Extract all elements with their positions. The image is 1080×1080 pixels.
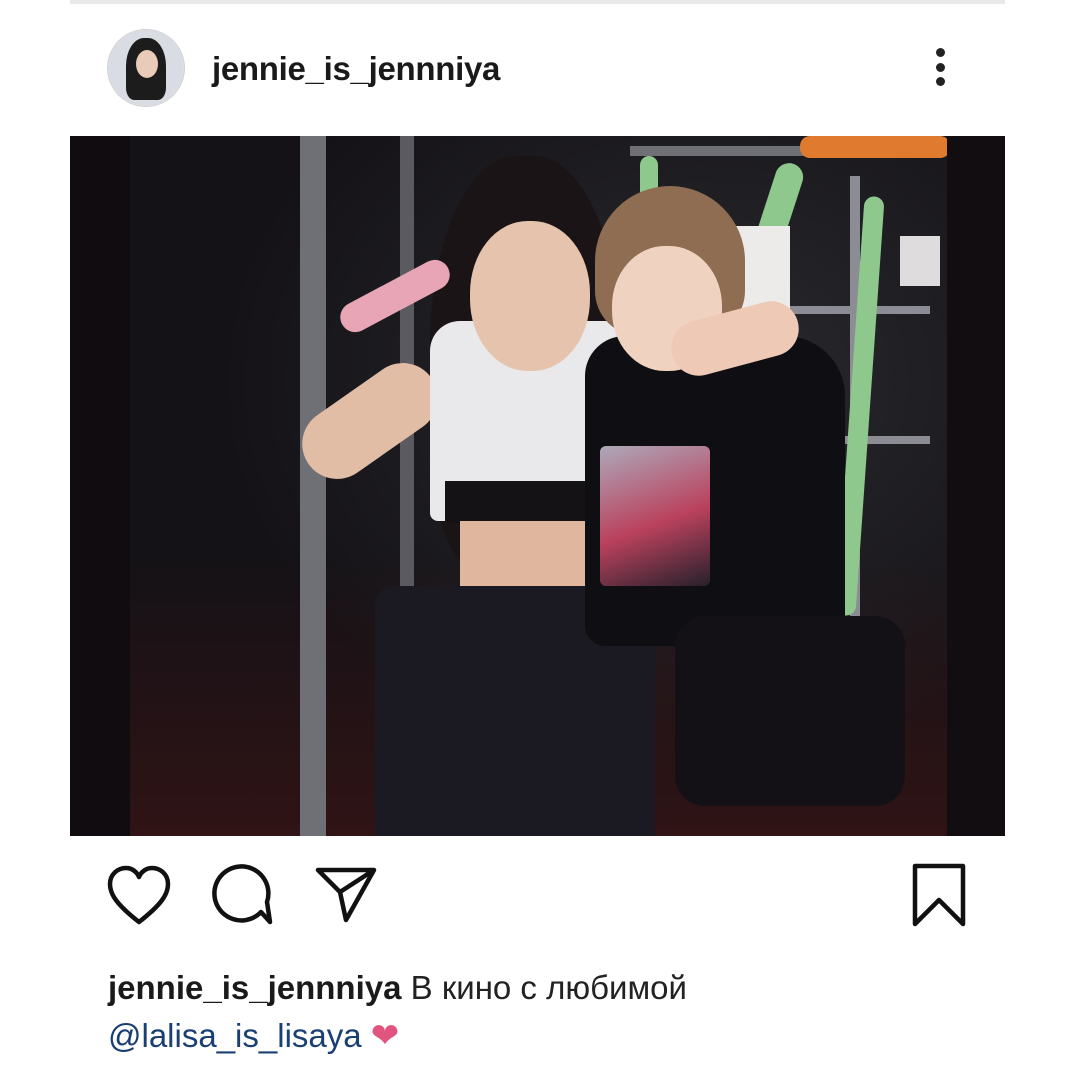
like-button[interactable]: [106, 864, 172, 928]
comment-button[interactable]: [212, 864, 274, 928]
speech-bubble-icon: [212, 864, 273, 925]
save-button[interactable]: [910, 862, 968, 928]
vertical-dots-icon: [935, 48, 945, 57]
avatar-face: [136, 50, 158, 78]
top-divider: [70, 0, 1005, 4]
post-actions: [70, 850, 1005, 940]
profile-avatar[interactable]: [108, 30, 184, 106]
more-options-button[interactable]: [925, 42, 955, 92]
heart-outline-icon: [107, 865, 171, 925]
post-caption: jennie_is_jennniya В кино с любимой @lal…: [108, 964, 988, 1060]
post-username[interactable]: jennie_is_jennniya: [212, 50, 500, 88]
paper-plane-icon: [315, 867, 377, 923]
heart-emoji-icon: ❤: [370, 1017, 400, 1055]
photo-scene: [130, 136, 950, 836]
share-button[interactable]: [314, 862, 378, 924]
caption-text: В кино с любимой: [410, 969, 687, 1006]
post-header: jennie_is_jennniya: [70, 22, 1005, 118]
caption-username[interactable]: jennie_is_jennniya: [108, 969, 401, 1006]
bookmark-icon: [912, 863, 966, 927]
post-photo[interactable]: [70, 136, 1005, 836]
caption-mention[interactable]: @lalisa_is_lisaya: [108, 1017, 362, 1054]
